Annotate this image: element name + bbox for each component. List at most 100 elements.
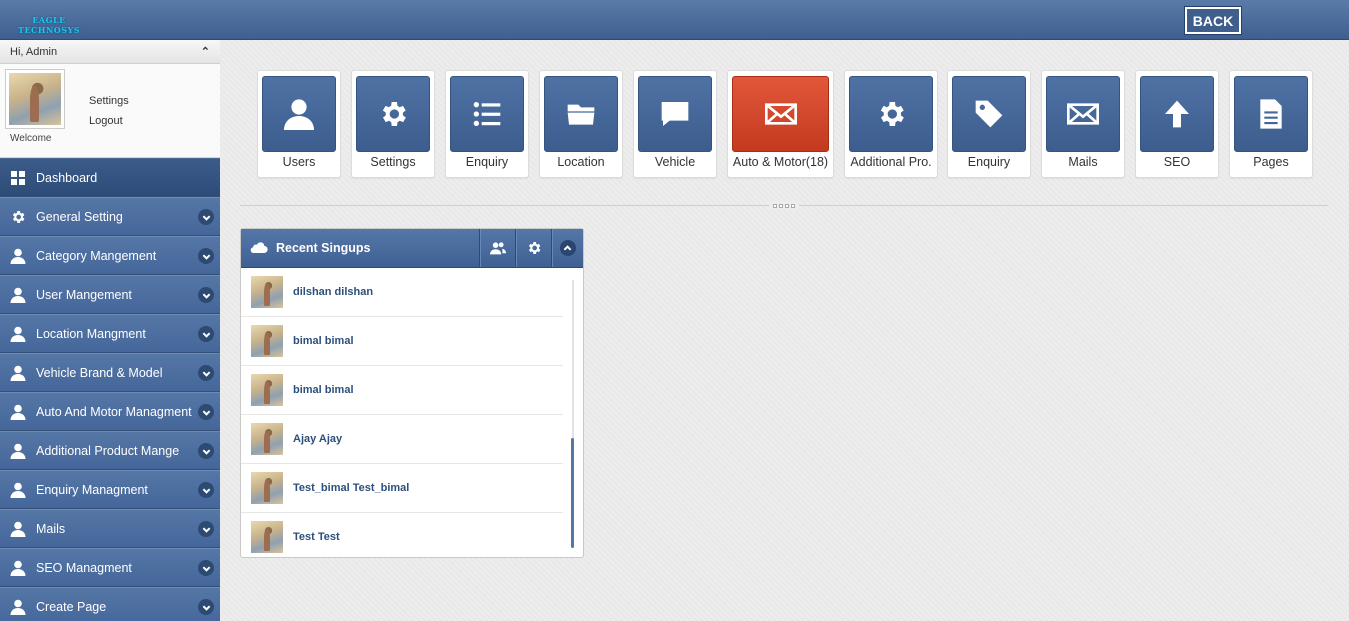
mail-icon xyxy=(732,76,829,152)
sidebar-item-label: Auto And Motor Managment xyxy=(36,404,192,419)
document-icon xyxy=(1234,76,1308,152)
tile-label: Vehicle xyxy=(654,155,696,169)
sidebar-item-label: Vehicle Brand & Model xyxy=(36,365,163,380)
tag-icon xyxy=(952,76,1026,152)
sidebar-item-label: Location Mangment xyxy=(36,326,146,341)
list-item[interactable]: Test Test xyxy=(241,513,563,557)
tile-users[interactable]: Users xyxy=(257,70,341,178)
tile-label: SEO xyxy=(1163,155,1191,169)
chevron-down-icon[interactable] xyxy=(198,521,214,537)
top-bar: EAGLE TECHNOSYS BACK xyxy=(0,0,1349,40)
gear-icon xyxy=(356,76,430,152)
avatar xyxy=(251,325,283,357)
dashboard-icon xyxy=(10,170,26,186)
back-button[interactable]: BACK xyxy=(1184,6,1242,35)
sidebar-item-label: SEO Managment xyxy=(36,560,132,575)
chevron-down-icon[interactable] xyxy=(198,248,214,264)
tile-auto-motor-18[interactable]: Auto & Motor(18) xyxy=(727,70,834,178)
mail-icon xyxy=(1046,76,1120,152)
admin-greeting: Hi, Admin xyxy=(10,45,58,58)
sidebar-item-location-mangment[interactable]: Location Mangment xyxy=(0,314,220,353)
tile-enquiry[interactable]: Enquiry xyxy=(445,70,529,178)
sidebar-item-create-page[interactable]: Create Page xyxy=(0,587,220,621)
users-icon xyxy=(489,242,506,255)
collapse-button[interactable] xyxy=(551,229,583,267)
list-item[interactable]: Test_bimal Test_bimal xyxy=(241,464,563,513)
sidebar-item-mails[interactable]: Mails xyxy=(0,509,220,548)
avatar xyxy=(5,69,65,129)
user-icon xyxy=(10,404,26,420)
signup-name[interactable]: dilshan dilshan xyxy=(293,286,373,298)
sidebar-item-user-mangement[interactable]: User Mangement xyxy=(0,275,220,314)
tile-label: Location xyxy=(557,155,605,169)
tile-seo[interactable]: SEO xyxy=(1135,70,1219,178)
main-content: Users Settings Enquiry Location Vehicle Auto … xyxy=(220,40,1349,621)
widget-header: Recent Singups xyxy=(241,229,583,268)
sidebar-item-category-mangement[interactable]: Category Mangement xyxy=(0,236,220,275)
gear-icon xyxy=(10,209,26,225)
sidebar-item-vehicle-brand-model[interactable]: Vehicle Brand & Model xyxy=(0,353,220,392)
settings-link[interactable]: Settings xyxy=(89,91,129,111)
chevron-down-icon[interactable] xyxy=(198,560,214,576)
sidebar-nav: Dashboard General Setting Category Mangeme… xyxy=(0,158,220,621)
signup-name[interactable]: Test Test xyxy=(293,531,340,543)
tile-mails[interactable]: Mails xyxy=(1041,70,1125,178)
chevron-down-icon[interactable] xyxy=(198,599,214,615)
chevron-down-icon[interactable] xyxy=(198,482,214,498)
sidebar-item-additional-product-mange[interactable]: Additional Product Mange xyxy=(0,431,220,470)
admin-header[interactable]: Hi, Admin ⌃ xyxy=(0,40,220,64)
sidebar-item-dashboard[interactable]: Dashboard xyxy=(0,158,220,197)
sidebar-item-label: Mails xyxy=(36,521,66,536)
sidebar-item-label: User Mangement xyxy=(36,287,132,302)
admin-panel: Settings Logout Welcome xyxy=(0,64,220,158)
user-icon xyxy=(10,248,26,264)
avatar xyxy=(251,276,283,308)
sidebar-item-label: Enquiry Managment xyxy=(36,482,148,497)
recent-signups-widget: Recent Singups Test Test Test_bimal Test_… xyxy=(240,228,584,558)
logo-text: EAGLE TECHNOSYS xyxy=(17,15,81,35)
tile-location[interactable]: Location xyxy=(539,70,623,178)
signup-name[interactable]: bimal bimal xyxy=(293,384,354,396)
user-icon xyxy=(10,443,26,459)
signup-name[interactable]: Ajay Ajay xyxy=(293,433,342,445)
chevron-up-icon[interactable]: ⌃ xyxy=(201,45,210,58)
signup-name[interactable]: Test_bimal Test_bimal xyxy=(293,482,409,494)
sidebar-item-general-setting[interactable]: General Setting xyxy=(0,197,220,236)
user-icon xyxy=(10,521,26,537)
list-item[interactable]: bimal bimal xyxy=(241,366,563,415)
sidebar-item-label: General Setting xyxy=(36,209,123,224)
tile-label: Mails xyxy=(1068,155,1098,169)
tile-label: Enquiry xyxy=(967,155,1011,169)
chevron-down-icon[interactable] xyxy=(198,326,214,342)
sidebar-item-auto-and-motor-managment[interactable]: Auto And Motor Managment xyxy=(0,392,220,431)
scrollbar-thumb[interactable] xyxy=(571,438,574,548)
sidebar-item-seo-managment[interactable]: SEO Managment xyxy=(0,548,220,587)
tile-enquiry[interactable]: Enquiry xyxy=(947,70,1031,178)
divider-handle xyxy=(769,201,799,210)
chevron-down-icon[interactable] xyxy=(198,287,214,303)
user-icon xyxy=(10,287,26,303)
chevron-down-icon[interactable] xyxy=(198,404,214,420)
sidebar: Hi, Admin ⌃ Settings Logout Welcome Dash… xyxy=(0,40,220,621)
chevron-down-icon[interactable] xyxy=(198,209,214,225)
list-item[interactable]: dilshan dilshan xyxy=(241,268,563,317)
list-item[interactable]: Ajay Ajay xyxy=(241,415,563,464)
logout-link[interactable]: Logout xyxy=(89,111,129,131)
users-button[interactable] xyxy=(479,229,515,267)
chevron-down-icon[interactable] xyxy=(198,443,214,459)
avatar xyxy=(251,472,283,504)
list-item[interactable]: bimal bimal xyxy=(241,317,563,366)
tile-pages[interactable]: Pages xyxy=(1229,70,1313,178)
tile-settings[interactable]: Settings xyxy=(351,70,435,178)
tile-label: Auto & Motor(18) xyxy=(732,155,829,169)
gear-icon xyxy=(528,242,540,254)
signup-name[interactable]: bimal bimal xyxy=(293,335,354,347)
sidebar-item-enquiry-managment[interactable]: Enquiry Managment xyxy=(0,470,220,509)
tile-vehicle[interactable]: Vehicle xyxy=(633,70,717,178)
widget-settings-button[interactable] xyxy=(515,229,551,267)
sidebar-item-label: Category Mangement xyxy=(36,248,157,263)
tile-additional-pro[interactable]: Additional Pro. xyxy=(844,70,938,178)
chevron-down-icon[interactable] xyxy=(198,365,214,381)
signups-list[interactable]: Test Test Test_bimal Test_bimal Ajay Ajay b… xyxy=(241,268,583,557)
logo[interactable]: EAGLE TECHNOSYS xyxy=(5,7,93,35)
